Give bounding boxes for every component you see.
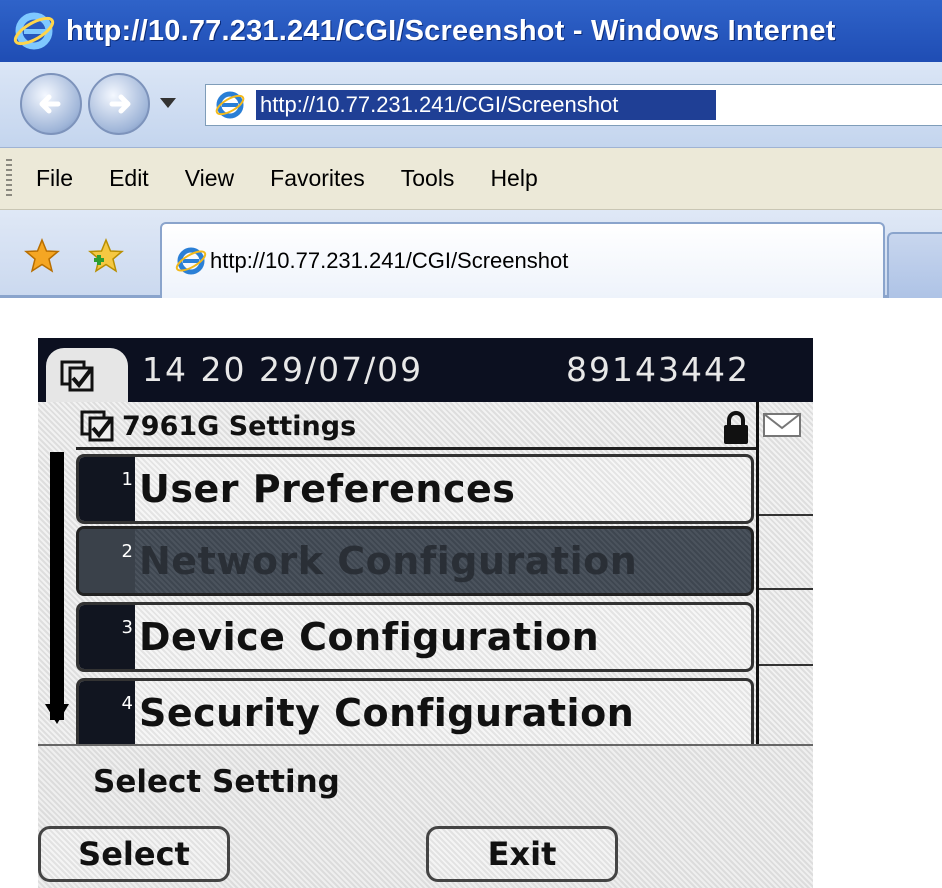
header-tab: [46, 348, 128, 402]
menu-row-network-configuration[interactable]: 2 Network Configuration: [76, 526, 754, 596]
tab-label: http://10.77.231.241/CGI/Screenshot: [210, 248, 569, 273]
row-number: 2: [121, 541, 133, 562]
scroll-down-icon[interactable]: [44, 702, 70, 726]
row-label: Security Configuration: [139, 690, 635, 735]
line-separator: [759, 588, 813, 590]
exit-softkey[interactable]: Exit: [426, 826, 618, 882]
back-icon: [39, 94, 61, 114]
add-favorite-icon[interactable]: [88, 238, 124, 274]
row-number: 4: [121, 692, 133, 714]
menu-help[interactable]: Help: [490, 165, 537, 192]
new-tab-button[interactable]: [887, 232, 942, 298]
row-number-box: 2: [79, 529, 135, 593]
ie-logo-icon: [13, 12, 55, 50]
row-number-box: 1: [79, 457, 135, 521]
url-input[interactable]: [256, 90, 716, 120]
status-area: Select Setting Select Exit: [38, 744, 813, 888]
settings-checkbox-icon: [60, 360, 94, 392]
forward-button[interactable]: [88, 73, 150, 135]
tab-bar: http://10.77.231.241/CGI/Screenshot: [0, 210, 942, 298]
window-title: http://10.77.231.241/CGI/Screenshot - Wi…: [66, 14, 836, 47]
settings-title: 7961G Settings: [122, 411, 357, 442]
back-button[interactable]: [20, 73, 82, 135]
status-text: Select Setting: [93, 764, 340, 800]
envelope-icon: [763, 413, 801, 437]
phone-header: 14 20 29/07/09 89143442: [38, 338, 813, 402]
address-toolbar: [0, 62, 942, 148]
history-dropdown-icon[interactable]: [160, 98, 176, 108]
menu-favorites[interactable]: Favorites: [270, 165, 365, 192]
menu-edit[interactable]: Edit: [109, 165, 149, 192]
scrollbar[interactable]: [50, 452, 64, 720]
menu-row-device-configuration[interactable]: 3 Device Configuration: [76, 602, 754, 672]
row-number-box: 3: [79, 605, 135, 669]
menu-tools[interactable]: Tools: [401, 165, 455, 192]
row-label: User Preferences: [139, 467, 516, 511]
forward-icon: [109, 94, 131, 114]
row-number: 1: [121, 469, 133, 490]
lock-icon: [724, 411, 748, 444]
line-separator: [759, 664, 813, 666]
row-number-box: 4: [79, 681, 135, 744]
row-label: Device Configuration: [139, 615, 600, 659]
settings-checkbox-icon: [80, 410, 114, 441]
page-ie-icon: [215, 91, 245, 119]
toolbar-grip[interactable]: [6, 158, 12, 199]
phone-screen: 14 20 29/07/09 89143442 7961G Settings 1…: [38, 338, 813, 888]
favorites-star-icon[interactable]: [24, 238, 60, 274]
tab-ie-icon: [175, 247, 207, 275]
row-number: 3: [121, 617, 133, 638]
line-divider: [756, 402, 759, 744]
menu-view[interactable]: View: [185, 165, 234, 192]
address-field[interactable]: [205, 84, 942, 126]
settings-panel: 7961G Settings 1 User Preferences 2 Netw…: [38, 402, 813, 744]
phone-number: 89143442: [566, 350, 750, 389]
settings-title-bar: 7961G Settings: [76, 406, 756, 450]
select-softkey[interactable]: Select: [38, 826, 230, 882]
row-label: Network Configuration: [139, 539, 638, 583]
phone-time-date: 14 20 29/07/09: [142, 350, 424, 389]
menu-row-user-preferences[interactable]: 1 User Preferences: [76, 454, 754, 524]
menu-file[interactable]: File: [36, 165, 73, 192]
window-title-bar: http://10.77.231.241/CGI/Screenshot - Wi…: [0, 0, 942, 62]
tab-screenshot[interactable]: http://10.77.231.241/CGI/Screenshot: [160, 222, 885, 298]
menu-bar: File Edit View Favorites Tools Help: [0, 148, 942, 210]
line-separator: [759, 514, 813, 516]
menu-row-security-configuration[interactable]: 4 Security Configuration: [76, 678, 754, 744]
